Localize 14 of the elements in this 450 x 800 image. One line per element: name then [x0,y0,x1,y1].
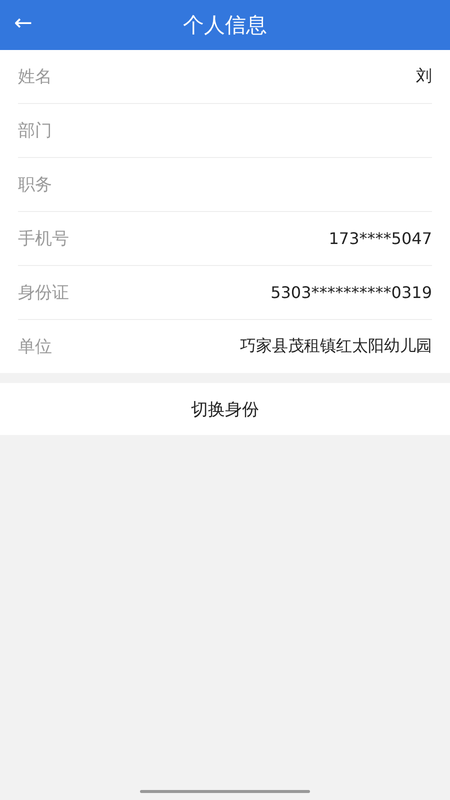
field-label: 职务 [18,174,52,196]
field-value: 173****5047 [328,229,432,248]
switch-identity-button[interactable]: 切换身份 [0,383,450,435]
field-label: 单位 [18,336,52,358]
home-indicator[interactable] [140,790,310,793]
field-value: 5303**********0319 [270,283,432,302]
field-value: 巧家县茂租镇红太阳幼儿园 [240,336,432,357]
field-label: 部门 [18,120,52,142]
field-label: 姓名 [18,66,52,88]
field-label: 身份证 [18,282,69,304]
field-value: 刘 [416,66,432,87]
field-label: 手机号 [18,228,69,250]
back-button[interactable]: ← [6,5,40,42]
page-title: 个人信息 [183,12,267,39]
